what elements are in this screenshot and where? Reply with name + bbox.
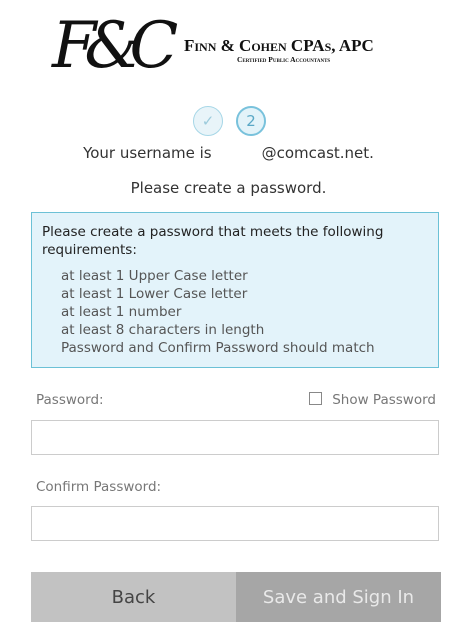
- username-prefix: Your username is: [83, 144, 212, 162]
- password-requirements-box: Please create a password that meets the …: [31, 212, 439, 368]
- show-password-checkbox[interactable]: [309, 392, 323, 405]
- show-password-label[interactable]: Show Password: [332, 392, 436, 408]
- requirement-item: at least 8 characters in length: [61, 322, 265, 338]
- requirement-item: at least 1 Lower Case letter: [61, 286, 248, 302]
- company-logo: F&C Finn & Cohen CPAs, APC Certified Pub…: [52, 10, 432, 82]
- requirement-item: Password and Confirm Password should mat…: [61, 340, 375, 356]
- requirements-title: Please create a password that meets the …: [42, 224, 384, 258]
- back-button[interactable]: Back: [31, 572, 236, 622]
- logo-monogram: F&C: [52, 9, 178, 83]
- step-1-complete: ✓: [193, 106, 223, 136]
- step-2-current: 2: [236, 106, 266, 136]
- username-suffix: @comcast.net.: [261, 144, 374, 162]
- requirement-item: at least 1 Upper Case letter: [61, 268, 248, 284]
- step-indicator: ✓ 2: [193, 106, 267, 138]
- create-password-prompt: Please create a password.: [130, 179, 327, 197]
- requirements-list: at least 1 Upper Case letter at least 1 …: [42, 267, 428, 357]
- password-input[interactable]: [31, 420, 439, 455]
- show-password-toggle[interactable]: Show Password: [309, 392, 436, 408]
- confirm-password-input[interactable]: [31, 506, 439, 541]
- logo-company-name: Finn & Cohen CPAs, APC: [184, 36, 374, 55]
- step-2-number: 2: [246, 112, 256, 130]
- requirement-item: at least 1 number: [61, 304, 182, 320]
- username-message: Your username is @comcast.net.: [0, 144, 457, 162]
- username-redacted: [212, 146, 262, 158]
- save-and-sign-in-button[interactable]: Save and Sign In: [236, 572, 441, 622]
- confirm-password-label: Confirm Password:: [36, 479, 162, 495]
- check-icon: ✓: [201, 112, 215, 130]
- password-label: Password:: [36, 392, 104, 408]
- logo-tagline: Certified Public Accountants: [237, 55, 331, 64]
